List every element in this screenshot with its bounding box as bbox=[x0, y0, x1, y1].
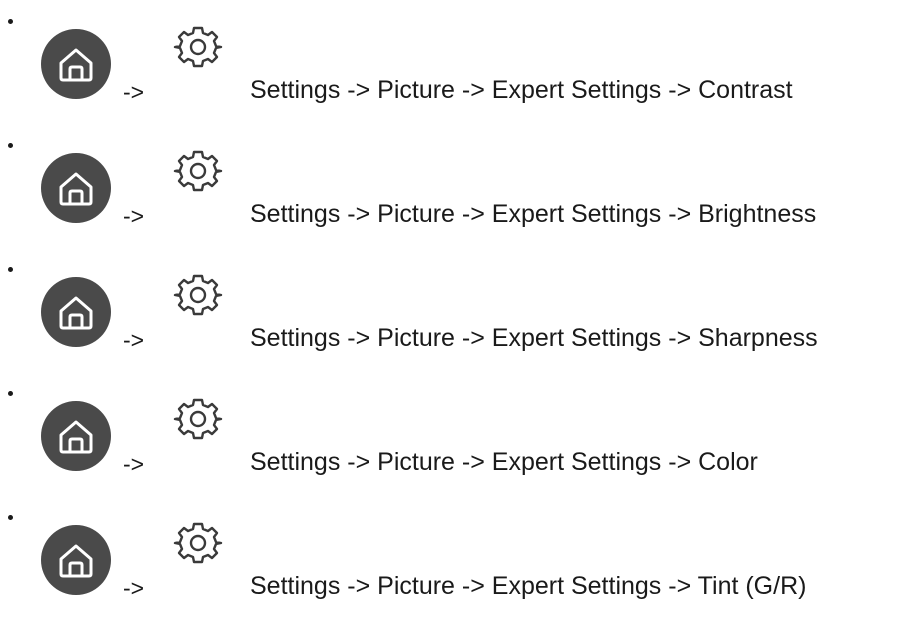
gear-icon bbox=[173, 522, 223, 564]
list-item: -> Settings -> Picture -> Expert Setting… bbox=[0, 496, 920, 620]
list-item: -> Settings -> Picture -> Expert Setting… bbox=[0, 124, 920, 248]
menu-path-text: Settings -> Picture -> Expert Settings -… bbox=[250, 448, 758, 476]
gear-icon bbox=[173, 150, 223, 192]
home-icon bbox=[41, 401, 111, 471]
home-icon bbox=[41, 525, 111, 595]
home-icon bbox=[41, 277, 111, 347]
gear-icon bbox=[173, 26, 223, 68]
bullet-icon bbox=[8, 515, 13, 520]
gear-icon bbox=[173, 398, 223, 440]
menu-path-text: Settings -> Picture -> Expert Settings -… bbox=[250, 76, 793, 104]
menu-path-text: Settings -> Picture -> Expert Settings -… bbox=[250, 572, 807, 600]
bullet-icon bbox=[8, 267, 13, 272]
arrow-text: -> bbox=[123, 203, 145, 229]
home-icon bbox=[41, 29, 111, 99]
menu-path-text: Settings -> Picture -> Expert Settings -… bbox=[250, 324, 818, 352]
arrow-text: -> bbox=[123, 575, 145, 601]
bullet-icon bbox=[8, 19, 13, 24]
arrow-text: -> bbox=[123, 451, 145, 477]
list-item: -> Settings -> Picture -> Expert Setting… bbox=[0, 372, 920, 496]
menu-path-text: Settings -> Picture -> Expert Settings -… bbox=[250, 200, 817, 228]
home-icon bbox=[41, 153, 111, 223]
gear-icon bbox=[173, 274, 223, 316]
bullet-icon bbox=[8, 143, 13, 148]
list-item: -> Settings -> Picture -> Expert Setting… bbox=[0, 248, 920, 372]
arrow-text: -> bbox=[123, 79, 145, 105]
arrow-text: -> bbox=[123, 327, 145, 353]
list-item: -> Settings -> Picture -> Expert Setting… bbox=[0, 0, 920, 124]
bullet-icon bbox=[8, 391, 13, 396]
